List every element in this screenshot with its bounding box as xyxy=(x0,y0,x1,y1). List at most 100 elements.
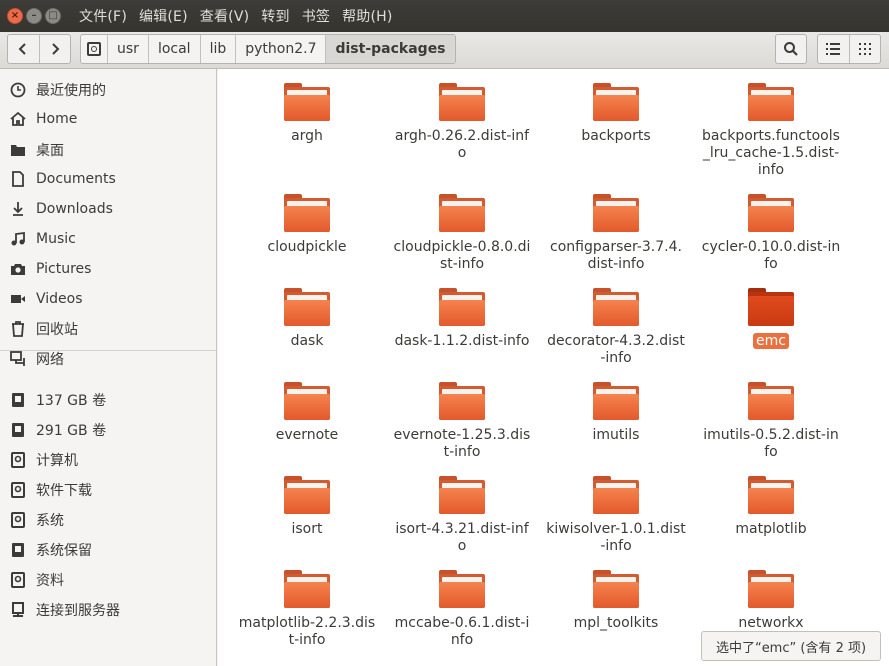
sidebar-item-label: 最近使用的 xyxy=(36,83,106,99)
disk-icon xyxy=(10,482,26,498)
file-name: decorator-4.3.2.dist-info xyxy=(547,333,685,366)
file-name: cloudpickle-0.8.0.dist-info xyxy=(393,239,531,272)
sidebar-item-volume-291[interactable]: 291 GB 卷 xyxy=(0,416,216,444)
menu-go[interactable]: 转到 xyxy=(261,6,289,26)
folder-icon xyxy=(439,83,485,121)
file-name: evernote xyxy=(275,427,339,443)
server-icon xyxy=(10,602,26,618)
menu-help[interactable]: 帮助(H) xyxy=(342,6,392,26)
file-name: argh xyxy=(291,128,323,144)
close-window-button[interactable]: × xyxy=(7,8,23,24)
sidebar-item-videos[interactable]: Videos xyxy=(0,285,216,313)
sidebar-item-system-reserved[interactable]: 系统保留 xyxy=(0,536,216,564)
search-icon xyxy=(784,42,798,56)
file-name: isort-4.3.21.dist-info xyxy=(395,521,529,554)
sidebar-item-desktop[interactable]: 桌面 xyxy=(0,136,216,164)
document-icon xyxy=(10,171,26,187)
sidebar-item-trash[interactable]: 回收站 xyxy=(0,315,216,343)
breadcrumb-lib[interactable]: lib xyxy=(201,35,237,63)
back-button[interactable] xyxy=(8,35,39,63)
list-icon xyxy=(826,43,841,55)
folder-icon xyxy=(593,83,639,121)
sidebar-item-label: 137 GB 卷 xyxy=(36,393,107,409)
sidebar-item-label: 回收站 xyxy=(36,322,78,338)
sidebar-item-label: Music xyxy=(36,231,76,247)
sidebar-item-label: 系统 xyxy=(36,513,64,529)
disk-icon xyxy=(87,42,101,56)
sidebar-item-label: Videos xyxy=(36,291,83,307)
sidebar-item-pictures[interactable]: Pictures xyxy=(0,255,216,283)
computer-disk-icon xyxy=(10,452,26,468)
sidebar-item-label: 软件下载 xyxy=(36,483,92,499)
folder-icon xyxy=(748,570,794,608)
folder-icon xyxy=(439,570,485,608)
menu-file[interactable]: 文件(F) xyxy=(79,6,127,26)
folder-icon xyxy=(748,194,794,232)
menu-edit[interactable]: 编辑(E) xyxy=(139,6,188,26)
desktop-folder-icon xyxy=(10,142,26,158)
folder-icon xyxy=(284,194,330,232)
folder-icon xyxy=(748,476,794,514)
breadcrumb-usr[interactable]: usr xyxy=(108,35,149,63)
folder-icon xyxy=(284,570,330,608)
camera-icon xyxy=(10,261,26,277)
breadcrumb-root[interactable] xyxy=(81,35,108,63)
chevron-right-icon xyxy=(52,43,60,55)
file-name: matplotlib xyxy=(735,521,807,537)
sidebar-divider xyxy=(0,350,216,351)
sidebar-item-home[interactable]: Home xyxy=(0,105,216,133)
breadcrumb: usr local lib python2.7 dist-packages xyxy=(80,34,456,64)
breadcrumb-python[interactable]: python2.7 xyxy=(236,35,327,63)
grid-icon xyxy=(858,43,871,55)
folder-icon xyxy=(439,382,485,420)
file-name: imutils-0.5.2.dist-info xyxy=(703,427,839,460)
file-name: dask xyxy=(290,333,324,349)
toolbar: usr local lib python2.7 dist-packages xyxy=(0,32,889,69)
file-name: argh-0.26.2.dist-info xyxy=(394,128,530,161)
maximize-window-button[interactable]: □ xyxy=(45,8,61,24)
home-icon xyxy=(10,111,26,127)
folder-icon xyxy=(284,288,330,326)
search-button[interactable] xyxy=(775,34,807,64)
sidebar-item-connect-server[interactable]: 连接到服务器 xyxy=(0,596,216,624)
file-name: mpl_toolkits xyxy=(573,615,659,631)
music-icon xyxy=(10,231,26,247)
menu-bookmarks[interactable]: 书签 xyxy=(302,6,330,26)
list-view-button[interactable] xyxy=(818,35,849,63)
file-name: cloudpickle xyxy=(267,239,347,255)
sidebar-item-label: Home xyxy=(36,111,78,127)
trash-icon xyxy=(10,321,26,337)
breadcrumb-local[interactable]: local xyxy=(149,35,201,63)
forward-button[interactable] xyxy=(38,35,71,63)
file-name: backports xyxy=(581,128,651,144)
selected-file-label: emc xyxy=(753,333,789,349)
sidebar-item-downloads[interactable]: Downloads xyxy=(0,195,216,223)
folder-icon xyxy=(748,83,794,121)
sidebar-item-label: Documents xyxy=(36,171,116,187)
minimize-window-button[interactable]: – xyxy=(26,8,42,24)
sidebar-item-system[interactable]: 系统 xyxy=(0,506,216,534)
menu-view[interactable]: 查看(V) xyxy=(200,6,250,26)
folder-icon xyxy=(439,476,485,514)
folder-icon xyxy=(284,382,330,420)
history-nav xyxy=(7,34,71,64)
sidebar-item-recent[interactable]: 最近使用的 xyxy=(0,76,216,104)
file-grid: argh argh-0.26.2.dist-info backports bac… xyxy=(218,69,889,666)
folder-icon xyxy=(593,476,639,514)
chevron-left-icon xyxy=(18,43,26,55)
grid-view-button[interactable] xyxy=(848,35,881,63)
sidebar-item-documents[interactable]: Documents xyxy=(0,165,216,193)
folder-icon xyxy=(593,570,639,608)
sidebar-item-music[interactable]: Music xyxy=(0,225,216,253)
folder-icon xyxy=(439,194,485,232)
file-name-selected: emc xyxy=(701,333,841,350)
breadcrumb-dist-packages[interactable]: dist-packages xyxy=(326,35,455,63)
file-name: configparser-3.7.4.dist-info xyxy=(550,239,682,272)
sidebar-item-computer[interactable]: 计算机 xyxy=(0,446,216,474)
sidebar-item-volume-137[interactable]: 137 GB 卷 xyxy=(0,386,216,414)
status-bar: 选中了“emc” (含有 2 项) xyxy=(701,631,881,661)
menu-list: 文件(F) 编辑(E) 查看(V) 转到 书签 帮助(H) xyxy=(79,6,405,26)
sidebar-item-data[interactable]: 资料 xyxy=(0,566,216,594)
sidebar-item-software[interactable]: 软件下载 xyxy=(0,476,216,504)
file-name: cycler-0.10.0.dist-info xyxy=(701,239,841,272)
